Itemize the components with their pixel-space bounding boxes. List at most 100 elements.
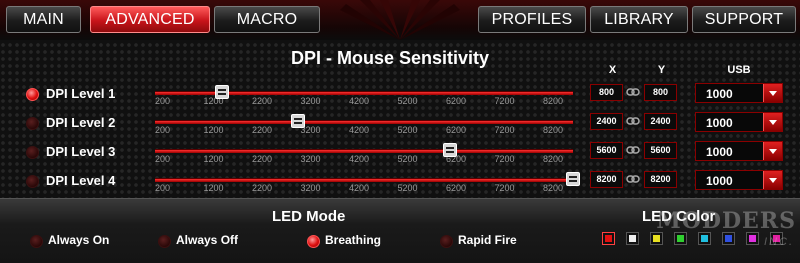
dropdown-arrow-icon[interactable] (763, 84, 782, 102)
dpi-level-radio[interactable] (26, 88, 39, 101)
led-color-swatch[interactable] (602, 232, 615, 245)
led-color-fill (725, 235, 732, 242)
dpi-slider-thumb[interactable] (214, 85, 229, 99)
link-xy-icon[interactable] (626, 145, 640, 155)
usb-rate-select[interactable]: 1000 (695, 112, 783, 132)
dpi-level-row: DPI Level 3 200 1200 2200 3200 4200 5200 6200 7… (0, 141, 800, 167)
dpi-level-radio[interactable] (26, 146, 39, 159)
link-xy-icon[interactable] (626, 87, 640, 97)
led-color-fill (677, 235, 684, 242)
dpi-x-input[interactable]: 2400 (590, 113, 623, 130)
dpi-level-radio[interactable] (26, 175, 39, 188)
slider-tick-label: 4200 (349, 125, 370, 135)
slider-tick-label: 3200 (300, 183, 321, 193)
dpi-level-row: DPI Level 4 200 1200 2200 3200 4200 5200 6200 7… (0, 170, 800, 196)
dpi-y-input[interactable]: 8200 (644, 171, 677, 188)
dpi-x-input[interactable]: 5600 (590, 142, 623, 159)
link-xy-icon[interactable] (626, 174, 640, 184)
tab-library[interactable]: LIBRARY (590, 6, 688, 33)
slider-tick-label: 200 (155, 154, 171, 164)
dpi-x-input[interactable]: 800 (590, 84, 623, 101)
slider-tick-label: 8200 (543, 154, 564, 164)
usb-rate-select[interactable]: 1000 (695, 83, 783, 103)
slider-tick-label: 7200 (494, 96, 515, 106)
tab-advanced[interactable]: ADVANCED (90, 6, 210, 33)
watermark-subtext: INC. (764, 236, 794, 248)
radio-button[interactable] (158, 235, 171, 248)
slider-tick-label: 8200 (543, 96, 564, 106)
slider-tick-label: 8200 (543, 125, 564, 135)
dropdown-arrow-icon[interactable] (763, 142, 782, 160)
radio-button[interactable] (30, 235, 43, 248)
slider-tick-label: 4200 (349, 183, 370, 193)
usb-rate-value: 1000 (706, 87, 733, 101)
slider-tick-label: 4200 (349, 96, 370, 106)
column-header-usb: USB (727, 64, 751, 76)
led-color-fill (749, 235, 756, 242)
slider-tick-label: 2200 (252, 154, 273, 164)
slider-tick-label: 3200 (300, 96, 321, 106)
tab-profiles[interactable]: PROFILES (478, 6, 586, 33)
link-xy-icon[interactable] (626, 116, 640, 126)
watermark-logo: MODDERS (656, 208, 796, 234)
dropdown-arrow-icon[interactable] (763, 171, 782, 189)
dpi-y-input[interactable]: 800 (644, 84, 677, 101)
led-color-fill (605, 235, 612, 242)
slider-tick-label: 200 (155, 125, 171, 135)
tab-macro[interactable]: MACRO (214, 6, 320, 33)
dpi-slider-thumb[interactable] (566, 172, 580, 186)
column-header-y: Y (657, 64, 666, 76)
dpi-slider-ticks: 200 1200 2200 3200 4200 5200 6200 7200 8200 (155, 154, 585, 166)
dpi-slider-ticks: 200 1200 2200 3200 4200 5200 6200 7200 8200 (155, 125, 585, 137)
usb-rate-select[interactable]: 1000 (695, 141, 783, 161)
tab-support[interactable]: SUPPORT (692, 6, 796, 33)
dpi-level-row: DPI Level 1 200 1200 2200 3200 4200 5200 6200 7… (0, 83, 800, 109)
dpi-level-row: DPI Level 2 200 1200 2200 3200 4200 5200 6200 7… (0, 112, 800, 138)
dpi-level-label: DPI Level 2 (46, 115, 116, 130)
led-color-fill (701, 235, 708, 242)
slider-tick-label: 4200 (349, 154, 370, 164)
header-decoration (340, 0, 460, 40)
dpi-y-input[interactable]: 5600 (644, 142, 677, 159)
dpi-level-radio[interactable] (26, 117, 39, 130)
led-mode-label: Always On (48, 233, 110, 247)
slider-tick-label: 200 (155, 183, 171, 193)
dpi-y-input[interactable]: 2400 (644, 113, 677, 130)
dpi-slider-track[interactable] (155, 149, 573, 153)
tab-main[interactable]: MAIN (6, 6, 81, 33)
dpi-slider-thumb[interactable] (442, 143, 457, 157)
led-color-swatch[interactable] (626, 232, 639, 245)
usb-rate-select[interactable]: 1000 (695, 170, 783, 190)
dpi-level-label: DPI Level 4 (46, 173, 116, 188)
slider-tick-label: 6200 (446, 125, 467, 135)
dpi-level-label: DPI Level 3 (46, 144, 116, 159)
dpi-x-input[interactable]: 8200 (590, 171, 623, 188)
slider-tick-label: 5200 (397, 96, 418, 106)
slider-tick-label: 6200 (446, 96, 467, 106)
dpi-slider-thumb[interactable] (290, 114, 305, 128)
usb-rate-value: 1000 (706, 116, 733, 130)
slider-tick-label: 6200 (446, 183, 467, 193)
slider-tick-label: 2200 (252, 125, 273, 135)
slider-tick-label: 2200 (252, 96, 273, 106)
slider-tick-label: 5200 (397, 183, 418, 193)
led-mode-label: Rapid Fire (458, 233, 517, 247)
slider-tick-label: 2200 (252, 183, 273, 193)
slider-tick-label: 7200 (494, 183, 515, 193)
radio-button[interactable] (307, 235, 320, 248)
dropdown-arrow-icon[interactable] (763, 113, 782, 131)
slider-tick-label: 7200 (494, 125, 515, 135)
led-mode-title: LED Mode (272, 208, 346, 225)
led-mode-label: Always Off (176, 233, 239, 247)
slider-tick-label: 8200 (543, 183, 564, 193)
dpi-slider-track[interactable] (155, 120, 573, 124)
radio-button[interactable] (440, 235, 453, 248)
dpi-level-label: DPI Level 1 (46, 86, 116, 101)
slider-tick-label: 5200 (397, 125, 418, 135)
dpi-slider-track[interactable] (155, 178, 573, 182)
slider-tick-label: 3200 (300, 154, 321, 164)
dpi-slider-ticks: 200 1200 2200 3200 4200 5200 6200 7200 8200 (155, 183, 585, 195)
slider-tick-label: 7200 (494, 154, 515, 164)
usb-rate-value: 1000 (706, 145, 733, 159)
slider-tick-label: 1200 (203, 154, 224, 164)
